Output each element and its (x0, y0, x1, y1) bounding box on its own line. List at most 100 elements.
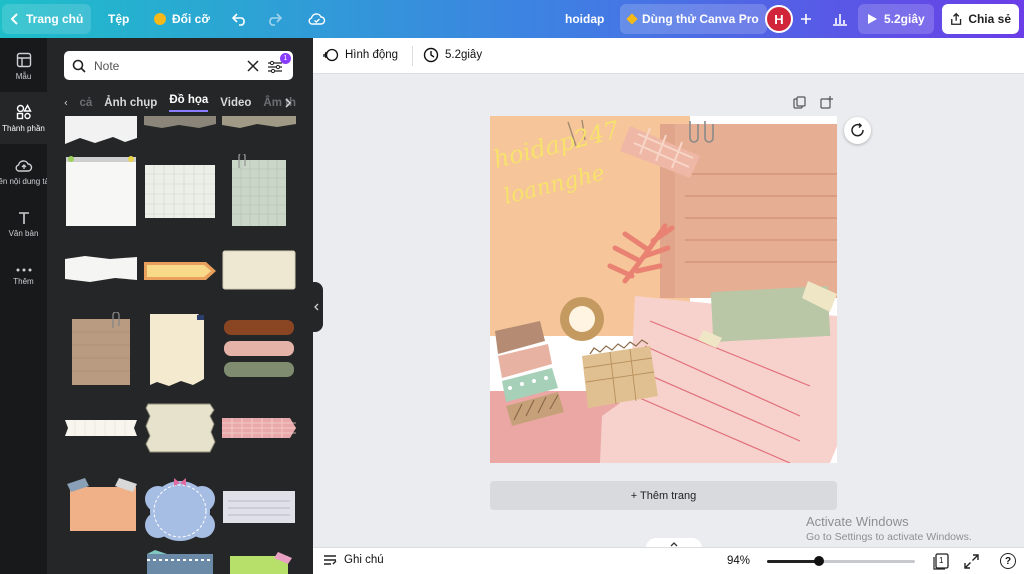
cloud-check-icon (308, 13, 326, 25)
asset-cream-paper[interactable] (222, 250, 296, 290)
rail-item-more[interactable]: Thêm (0, 250, 47, 302)
tab-videos[interactable]: Video (220, 97, 251, 109)
add-page-icon[interactable] (820, 96, 833, 109)
undo-icon (232, 13, 245, 26)
watermark-subtitle: Go to Settings to activate Windows. (806, 530, 972, 543)
share-icon (951, 12, 962, 25)
home-label: Trang chủ (26, 12, 84, 26)
redo-button[interactable] (258, 4, 290, 34)
asset-vintage-paper[interactable] (144, 402, 216, 454)
clear-icon[interactable] (247, 59, 259, 72)
present-button[interactable]: 5.2giây (858, 4, 934, 34)
rail-item-uploads[interactable]: Tải lên nội dung tải lên (0, 146, 47, 198)
chevron-right-icon[interactable] (285, 98, 292, 108)
rail-label: Thành phần (2, 123, 45, 133)
activate-windows-watermark: Activate Windows Go to Settings to activ… (806, 514, 972, 545)
templates-icon (16, 52, 31, 67)
collapse-panel-handle[interactable] (313, 282, 323, 332)
file-menu-button[interactable]: Tệp (100, 4, 137, 34)
asset-taped-peach-paper[interactable] (65, 478, 139, 532)
clock-icon (423, 47, 439, 63)
rail-label: Tải lên nội dung tải lên (0, 176, 47, 186)
avatar[interactable]: H (765, 5, 793, 33)
zoom-slider-fill (767, 560, 819, 563)
help-icon[interactable]: ? (1000, 553, 1016, 569)
rail-item-elements[interactable]: Thành phần (0, 92, 47, 144)
elements-icon (16, 103, 32, 119)
design-title[interactable]: hoidap (557, 4, 612, 34)
filter-button[interactable]: 1 (267, 52, 291, 75)
asset-brush-strokes[interactable] (222, 320, 296, 380)
asset-cream-torn-paper[interactable] (149, 313, 205, 387)
upload-cloud-icon (14, 159, 32, 172)
comment-refresh-icon (851, 123, 864, 137)
duplicate-page-icon[interactable] (793, 96, 806, 109)
present-duration: 5.2giây (884, 12, 925, 26)
animate-label: Hình động (345, 49, 399, 61)
asset-torn-paper-strip[interactable] (65, 116, 137, 146)
search-icon (72, 59, 86, 73)
resize-button[interactable]: Đổi cỡ (146, 4, 218, 34)
design-canvas[interactable]: hoidap247 loannghe (490, 116, 837, 463)
search-input[interactable]: Note (94, 59, 239, 73)
animate-button[interactable]: Hình động (323, 47, 398, 63)
rail-item-text[interactable]: Văn bản (0, 198, 47, 250)
watermark-title: Activate Windows (806, 514, 909, 529)
rail-label: Văn bản (8, 228, 39, 238)
refresh-design-button[interactable] (844, 117, 871, 144)
add-collaborator-button[interactable] (792, 4, 820, 34)
asset-torn-paper-strip[interactable] (144, 116, 216, 130)
share-label: Chia sẻ (968, 12, 1011, 26)
zoom-percentage[interactable]: 94% (727, 555, 750, 567)
add-page-button[interactable]: + Thêm trang (490, 481, 837, 510)
asset-pink-plaid-tape[interactable] (222, 418, 296, 438)
share-button[interactable]: Chia sẻ (942, 4, 1019, 34)
asset-washi-tape[interactable] (65, 418, 137, 438)
tab-all[interactable]: cả (79, 97, 92, 109)
search-bar[interactable]: Note 1 (64, 51, 293, 80)
asset-blue-flower-frame[interactable] (144, 473, 216, 545)
notes-label: Ghi chú (344, 554, 384, 566)
chevron-left-icon (10, 13, 18, 25)
asset-lined-paper[interactable] (222, 490, 296, 524)
bar-chart-icon (833, 14, 847, 26)
asset-label-tag[interactable] (144, 262, 216, 280)
zoom-slider[interactable] (767, 556, 915, 566)
tab-photos[interactable]: Ảnh chụp (104, 97, 157, 109)
rail-item-templates[interactable]: Mẫu (0, 40, 47, 92)
plus-icon (801, 14, 811, 24)
zoom-slider-handle[interactable] (813, 556, 824, 566)
notes-button[interactable]: Ghi chú (323, 554, 384, 566)
more-dots-icon (16, 268, 31, 271)
category-tabs: cả Ảnh chụp Đồ họa Video Âm th (64, 90, 296, 116)
play-icon (868, 14, 877, 24)
asset-torn-paper-strip[interactable] (222, 116, 296, 130)
text-icon (18, 211, 29, 224)
side-rail: Mẫu Thành phần Tải lên nội dung tải lên … (0, 38, 47, 574)
bottom-bar: Ghi chú 94% 1 ? (313, 547, 1024, 574)
chevron-left-icon (314, 303, 319, 311)
tab-graphics[interactable]: Đồ họa (169, 94, 209, 112)
chevron-left-icon[interactable] (64, 98, 68, 108)
redo-icon (269, 13, 282, 26)
asset-notepad-paper[interactable] (65, 155, 137, 227)
fullscreen-icon[interactable] (964, 554, 979, 569)
page-count-button[interactable]: 1 (933, 553, 950, 570)
asset-kraft-paper-clip[interactable] (71, 312, 131, 386)
toolbar-divider (412, 46, 413, 66)
top-bar: Trang chủ Tệp Đổi cỡ hoidap Dùng thử Can… (0, 0, 1024, 38)
home-button[interactable]: Trang chủ (2, 4, 92, 34)
try-pro-button[interactable]: Dùng thử Canva Pro (620, 4, 767, 34)
insights-button[interactable] (824, 4, 856, 34)
asset-torn-paper-strip[interactable] (65, 256, 137, 282)
undo-button[interactable] (224, 4, 256, 34)
asset-grid-paper-clip[interactable] (230, 154, 288, 228)
duration-button[interactable]: 5.2giây (423, 47, 482, 63)
crown-icon (626, 13, 638, 25)
animation-icon (323, 48, 339, 62)
asset-striped-tape[interactable] (147, 550, 213, 574)
asset-green-note[interactable] (230, 550, 296, 574)
cloud-save-button[interactable] (300, 4, 334, 34)
asset-grid-paper[interactable] (144, 164, 216, 219)
elements-panel: Note 1 cả Ảnh chụp Đồ họa Video Âm th (47, 38, 313, 574)
